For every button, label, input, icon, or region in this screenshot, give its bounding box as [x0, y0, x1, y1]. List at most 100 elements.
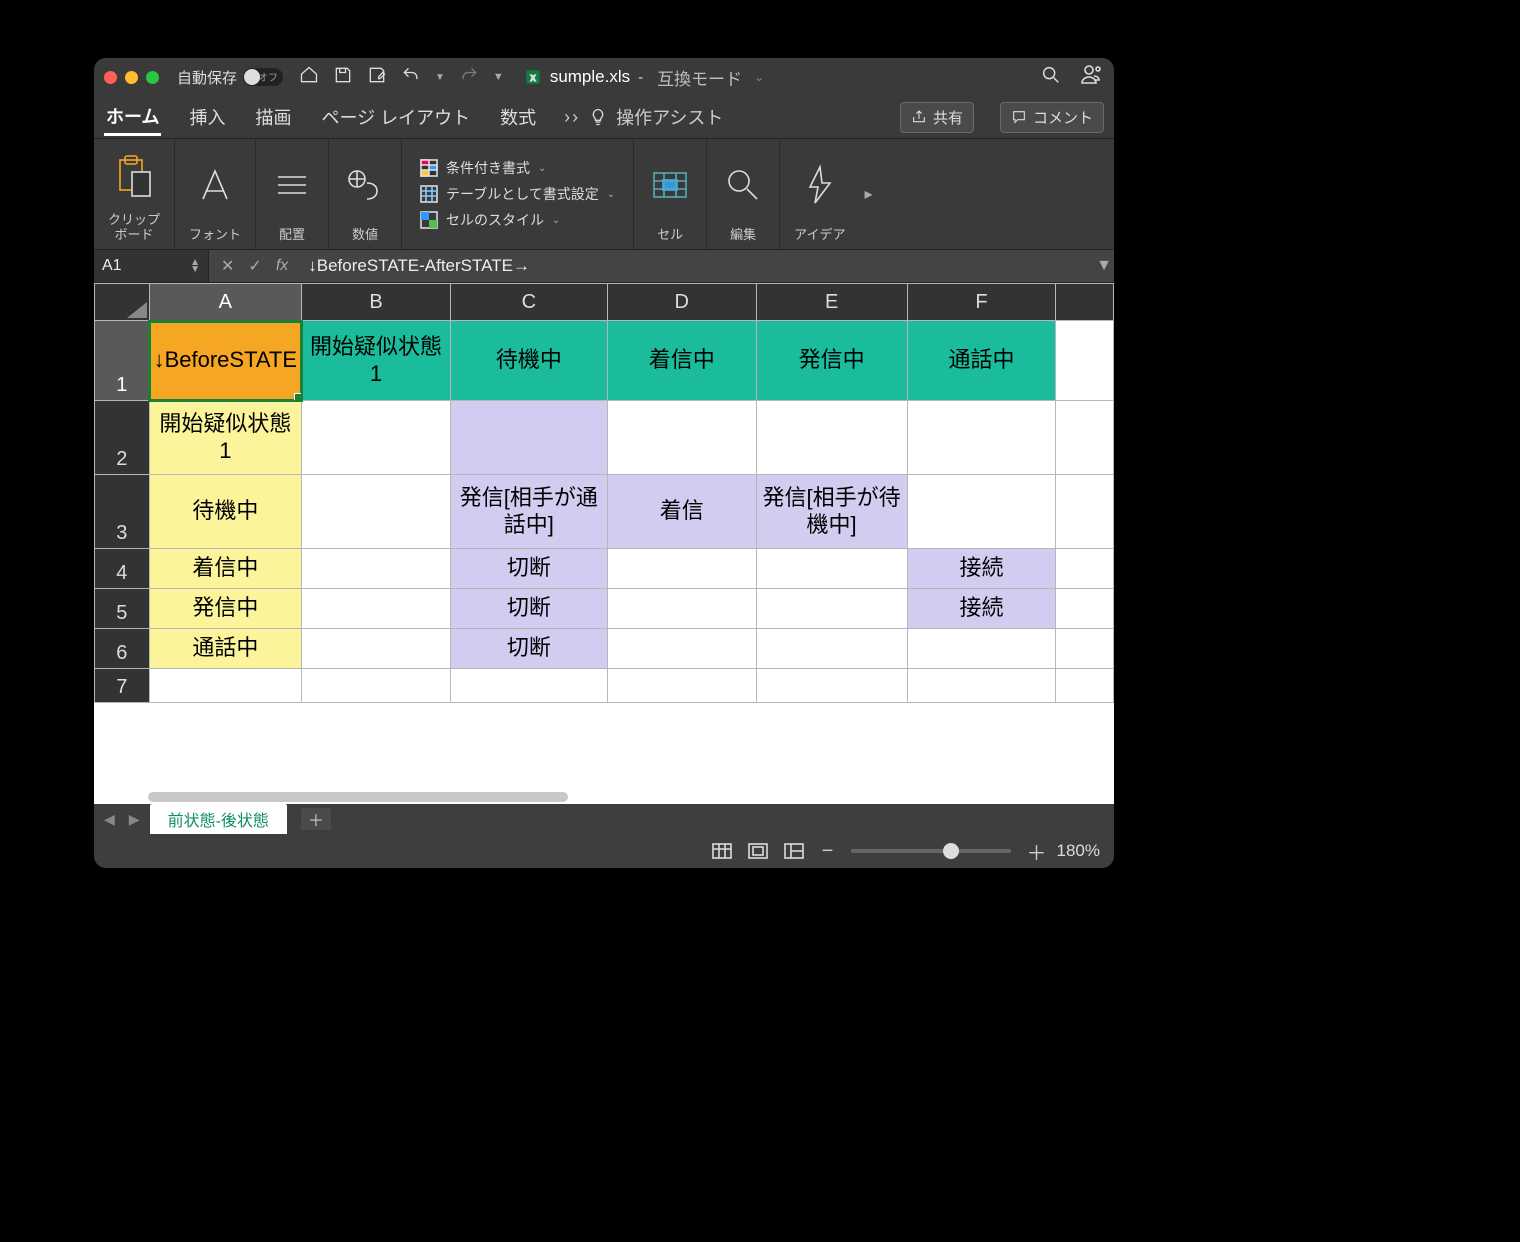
cell-E1[interactable]: 発信中	[756, 321, 907, 401]
zoom-slider-knob[interactable]	[943, 843, 959, 859]
add-sheet-button[interactable]: ＋	[301, 808, 331, 830]
cell-B2[interactable]	[302, 401, 451, 475]
horizontal-scrollbar[interactable]	[148, 792, 568, 802]
cell-A5[interactable]: 発信中	[149, 589, 301, 629]
redo-icon[interactable]	[459, 65, 479, 89]
cell-A2[interactable]: 開始疑似状態1	[149, 401, 301, 475]
cell-D4[interactable]	[607, 549, 756, 589]
tabs-overflow[interactable]: ›› 操作アシスト	[564, 104, 723, 130]
cell-D7[interactable]	[607, 669, 756, 703]
cell-A3[interactable]: 待機中	[149, 475, 301, 549]
row-header-2[interactable]: 2	[95, 401, 150, 475]
col-header-C[interactable]: C	[450, 284, 607, 321]
cell-G4[interactable]	[1056, 549, 1114, 589]
cell-B6[interactable]	[302, 629, 451, 669]
col-header-A[interactable]: A	[149, 284, 301, 321]
cell-A1[interactable]: ↓BeforeSTATE	[149, 321, 301, 401]
undo-icon[interactable]	[401, 65, 421, 89]
name-box-spinner[interactable]: ▲▼	[190, 259, 200, 273]
cell-D2[interactable]	[607, 401, 756, 475]
cell-A7[interactable]	[149, 669, 301, 703]
col-header-D[interactable]: D	[607, 284, 756, 321]
cell-D6[interactable]	[607, 629, 756, 669]
normal-view-icon[interactable]	[711, 842, 733, 860]
row-header-5[interactable]: 5	[95, 589, 150, 629]
cell-A4[interactable]: 着信中	[149, 549, 301, 589]
cell-G2[interactable]	[1056, 401, 1114, 475]
cell-E4[interactable]	[756, 549, 907, 589]
cell-G3[interactable]	[1056, 475, 1114, 549]
save-icon[interactable]	[333, 65, 353, 89]
cell-C2[interactable]	[450, 401, 607, 475]
page-break-view-icon[interactable]	[783, 842, 805, 860]
cell-D3[interactable]: 着信	[607, 475, 756, 549]
qat-customize-icon[interactable]: ▼	[493, 71, 504, 83]
page-layout-view-icon[interactable]	[747, 842, 769, 860]
cell-F5[interactable]: 接続	[907, 589, 1056, 629]
cell-C1[interactable]: 待機中	[450, 321, 607, 401]
cell-C4[interactable]: 切断	[450, 549, 607, 589]
zoom-level[interactable]: 180%	[1057, 841, 1100, 861]
cell-D1[interactable]: 着信中	[607, 321, 756, 401]
row-header-6[interactable]: 6	[95, 629, 150, 669]
cell-A6[interactable]: 通話中	[149, 629, 301, 669]
close-window-button[interactable]	[104, 71, 117, 84]
zoom-slider[interactable]	[851, 849, 1011, 853]
cell-E2[interactable]	[756, 401, 907, 475]
cell-B1[interactable]: 開始疑似状態1	[302, 321, 451, 401]
cell-B4[interactable]	[302, 549, 451, 589]
home-icon[interactable]	[299, 65, 319, 89]
cell-F4[interactable]: 接続	[907, 549, 1056, 589]
sheet-nav-prev-icon[interactable]: ◀	[100, 811, 119, 828]
cell-B7[interactable]	[302, 669, 451, 703]
cell-C7[interactable]	[450, 669, 607, 703]
cell-styles-button[interactable]: セルのスタイル ⌄	[420, 210, 615, 230]
col-header-blank[interactable]	[1056, 284, 1114, 321]
undo-dropdown-icon[interactable]: ▼	[435, 72, 445, 83]
row-header-1[interactable]: 1	[95, 321, 150, 401]
zoom-window-button[interactable]	[146, 71, 159, 84]
cell-G7[interactable]	[1056, 669, 1114, 703]
autosave-switch[interactable]: オフ	[243, 68, 283, 86]
cell-G5[interactable]	[1056, 589, 1114, 629]
cell-C5[interactable]: 切断	[450, 589, 607, 629]
col-header-E[interactable]: E	[756, 284, 907, 321]
zoom-in-button[interactable]: ＋	[1027, 837, 1041, 866]
tab-layout[interactable]: ページ レイアウト	[319, 100, 472, 134]
group-clipboard[interactable]: クリップ ボード	[94, 139, 175, 249]
autosave-toggle[interactable]: 自動保存 オフ	[177, 67, 283, 88]
cell-E5[interactable]	[756, 589, 907, 629]
spreadsheet-grid[interactable]: A B C D E F 1 ↓BeforeSTATE 開始疑似状態1 待機中 着…	[94, 283, 1114, 804]
row-header-7[interactable]: 7	[95, 669, 150, 703]
cell-E7[interactable]	[756, 669, 907, 703]
tab-draw[interactable]: 描画	[253, 100, 293, 134]
cell-C6[interactable]: 切断	[450, 629, 607, 669]
tab-formulas[interactable]: 数式	[498, 100, 538, 134]
group-cells[interactable]: セル	[634, 139, 707, 249]
name-box[interactable]: A1 ▲▼	[94, 250, 209, 282]
zoom-out-button[interactable]: −	[821, 840, 835, 863]
group-ideas[interactable]: アイデア	[780, 139, 859, 249]
col-header-B[interactable]: B	[302, 284, 451, 321]
cell-F1[interactable]: 通話中	[907, 321, 1056, 401]
cell-F3[interactable]	[907, 475, 1056, 549]
cell-F2[interactable]	[907, 401, 1056, 475]
col-header-F[interactable]: F	[907, 284, 1056, 321]
format-as-table-button[interactable]: テーブルとして書式設定 ⌄	[420, 184, 615, 204]
confirm-icon[interactable]: ✓	[248, 256, 261, 276]
sheet-tab-1[interactable]: 前状態-後状態	[150, 804, 287, 834]
select-all-corner[interactable]	[95, 284, 150, 321]
sheet-nav-next-icon[interactable]: ▶	[125, 811, 144, 828]
fx-icon[interactable]: fx	[276, 257, 288, 275]
cell-F6[interactable]	[907, 629, 1056, 669]
tab-home[interactable]: ホーム	[104, 99, 161, 136]
formula-input[interactable]: ↓BeforeSTATE-AfterSTATE→	[300, 256, 1094, 276]
account-icon[interactable]	[1080, 63, 1104, 91]
row-header-4[interactable]: 4	[95, 549, 150, 589]
cell-B3[interactable]	[302, 475, 451, 549]
cell-C3[interactable]: 発信[相手が通話中]	[450, 475, 607, 549]
group-editing[interactable]: 編集	[707, 139, 780, 249]
cell-G6[interactable]	[1056, 629, 1114, 669]
ribbon-expand-icon[interactable]: ▸	[860, 139, 878, 249]
cell-B5[interactable]	[302, 589, 451, 629]
